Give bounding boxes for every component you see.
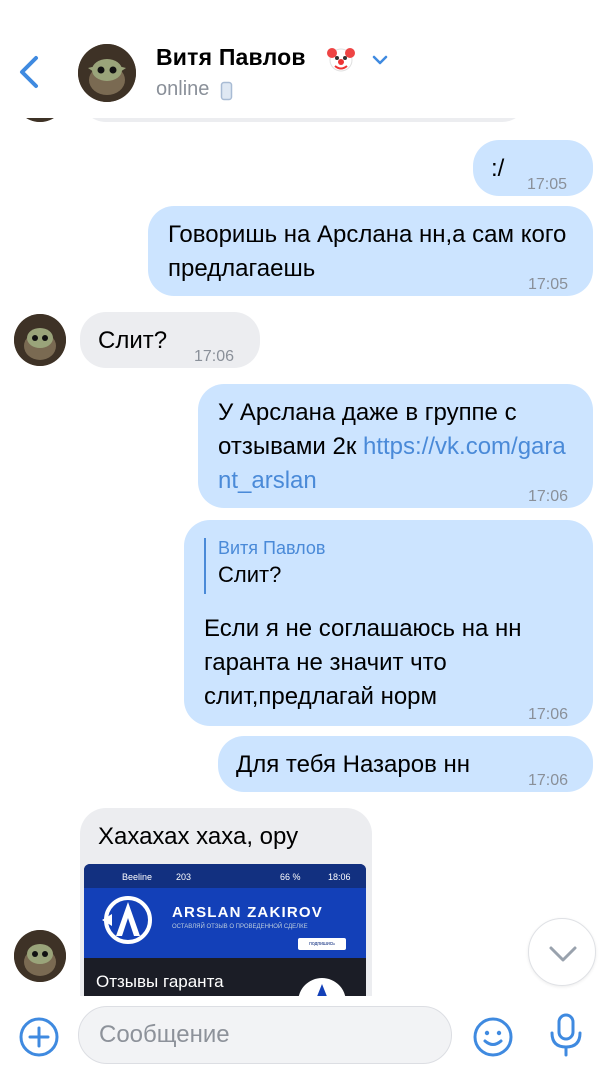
contact-avatar[interactable] bbox=[14, 930, 66, 982]
contact-avatar[interactable] bbox=[14, 314, 66, 366]
attachment-subtitle: ОСТАВЛЯЙ ОТЗЫВ О ПРОВЕДЕННОЙ СДЕЛКЕ bbox=[172, 924, 308, 930]
message-text: Если я не соглашаюсь на нн гаранта не зн… bbox=[204, 615, 522, 710]
message-text: У Арслана даже в группе с отзывами 2к ht… bbox=[218, 396, 578, 498]
message-text: Для тебя Назаров нн bbox=[236, 751, 470, 778]
chevron-down-icon bbox=[549, 946, 577, 962]
attachment-carrier: Beeline bbox=[122, 872, 153, 882]
plus-circle-icon bbox=[19, 1017, 59, 1057]
arslan-logo-icon bbox=[102, 896, 152, 944]
composer bbox=[0, 996, 607, 1080]
back-button[interactable] bbox=[14, 50, 44, 94]
message-bubble-outgoing[interactable]: Говоришь на Арслана нн,а сам кого предла… bbox=[148, 206, 593, 296]
reply-quote-text[interactable]: Слит? bbox=[218, 562, 281, 588]
attachment-status-bar: Beeline 203 66 % 18:06 bbox=[84, 864, 366, 888]
message-bubble-outgoing[interactable]: У Арслана даже в группе с отзывами 2к ht… bbox=[198, 384, 593, 508]
attachment-battery: 66 % bbox=[280, 872, 301, 882]
clown-face-icon bbox=[327, 48, 355, 72]
attachment-time: 18:06 bbox=[328, 872, 351, 882]
chat-header: Витя Павлов online bbox=[0, 0, 607, 118]
contact-status: online bbox=[156, 78, 210, 100]
message-bubble-outgoing[interactable]: Для тебя Назаров нн 17:06 bbox=[218, 736, 593, 792]
smiley-icon bbox=[473, 1017, 513, 1057]
attachment-signal: 203 bbox=[176, 872, 192, 882]
message-time: 17:06 bbox=[194, 348, 235, 365]
reply-quote-author[interactable]: Витя Павлов bbox=[218, 538, 325, 559]
message-text: Слит? bbox=[98, 327, 168, 354]
chat-history[interactable]: :/ 17:05 Говоришь на Арслана нн,а сам ко… bbox=[0, 0, 607, 1000]
reply-quote-bar bbox=[204, 538, 206, 594]
message-text: Хахахах хаха, ору bbox=[98, 823, 299, 850]
attachment-section-label: Отзывы гаранта bbox=[96, 972, 224, 991]
microphone-icon bbox=[550, 1013, 582, 1057]
contact-name[interactable]: Витя Павлов bbox=[156, 44, 306, 71]
message-text: :/ bbox=[491, 155, 505, 182]
message-time: 17:06 bbox=[528, 706, 569, 723]
scroll-to-bottom-button[interactable] bbox=[528, 918, 596, 986]
mobile-phone-icon bbox=[220, 81, 233, 101]
chevron-down-icon[interactable] bbox=[370, 50, 390, 70]
message-time: 17:05 bbox=[528, 276, 569, 293]
message-input[interactable] bbox=[99, 1007, 439, 1063]
header-avatar[interactable] bbox=[78, 44, 136, 102]
message-field-wrapper bbox=[78, 1006, 452, 1064]
attachment-title: ARSLAN ZAKIROV bbox=[172, 904, 323, 921]
chevron-left-icon bbox=[20, 56, 38, 88]
emoji-button[interactable] bbox=[472, 1016, 514, 1058]
message-text: Говоришь на Арслана нн,а сам кого предла… bbox=[168, 221, 567, 282]
attachment-subscribe-button: подпишись bbox=[298, 938, 346, 950]
message-bubble-incoming[interactable]: Слит? 17:06 bbox=[80, 312, 260, 368]
message-time: 17:06 bbox=[528, 772, 569, 789]
attachment-image[interactable]: Beeline 203 66 % 18:06 ARSLAN ZAKIROV ОС… bbox=[84, 864, 366, 1000]
message-bubble-outgoing[interactable]: :/ 17:05 bbox=[473, 140, 593, 196]
message-time: 17:06 bbox=[528, 488, 569, 505]
voice-message-button[interactable] bbox=[547, 1012, 585, 1058]
attach-button[interactable] bbox=[18, 1016, 60, 1058]
message-time: 17:05 bbox=[527, 176, 568, 193]
